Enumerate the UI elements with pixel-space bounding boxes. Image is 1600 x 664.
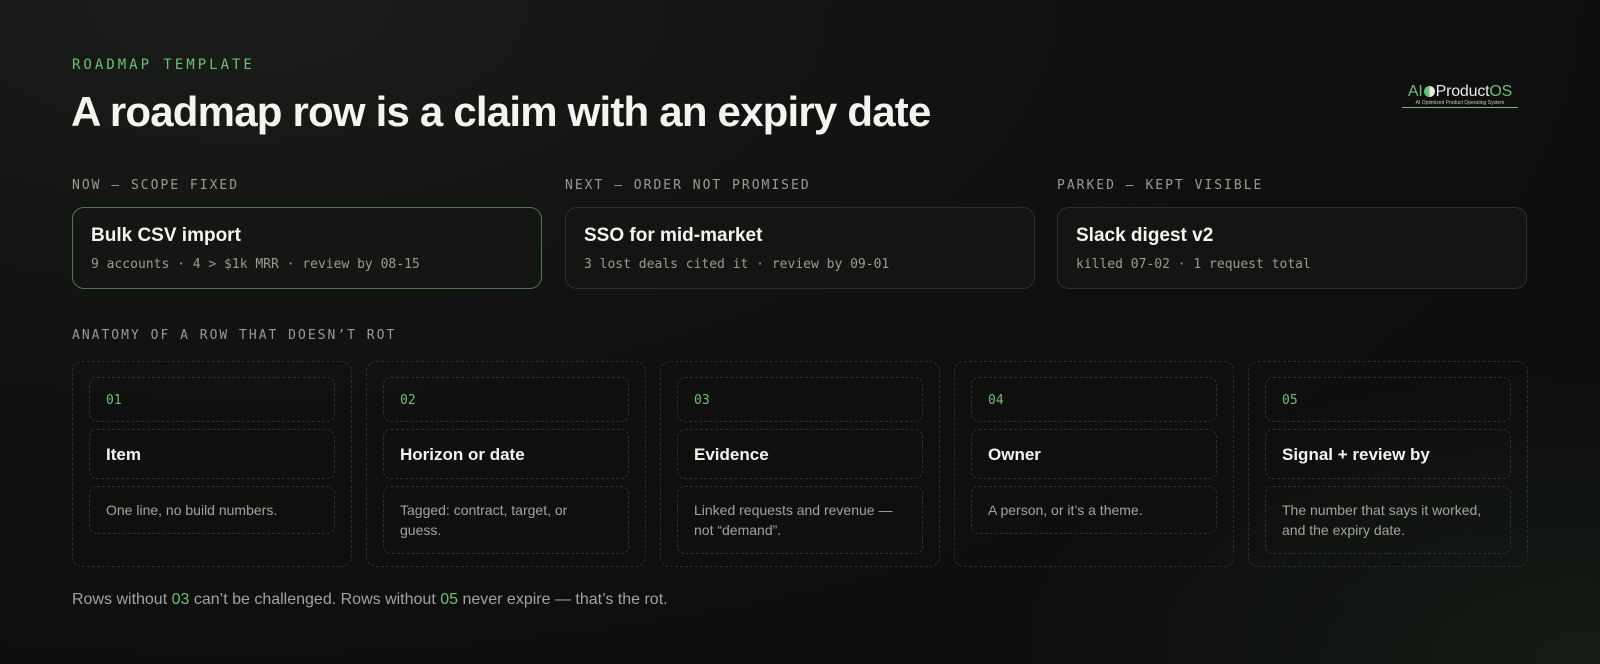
anatomy-name: Evidence bbox=[677, 429, 923, 479]
page-title: A roadmap row is a claim with an expiry … bbox=[71, 88, 931, 135]
footer-note: Rows without 03 can’t be challenged. Row… bbox=[72, 591, 668, 609]
anatomy-number: 01 bbox=[89, 377, 335, 422]
logo-product-text: Product bbox=[1435, 83, 1490, 100]
roadmap-card-now: Bulk CSV import 9 accounts · 4 > $1k MRR… bbox=[72, 207, 542, 289]
anatomy-column-02: 02 Horizon or date Tagged: contract, tar… bbox=[366, 361, 646, 567]
anatomy-number: 03 bbox=[677, 377, 923, 422]
anatomy-column-04: 04 Owner A person, or it’s a theme. bbox=[954, 361, 1234, 567]
logo-os-text: OS bbox=[1489, 83, 1513, 100]
anatomy-column-01: 01 Item One line, no build numbers. bbox=[72, 361, 352, 567]
anatomy-description: A person, or it’s a theme. bbox=[971, 486, 1217, 534]
logo-dot-icon bbox=[1423, 86, 1435, 97]
card-title: SSO for mid-market bbox=[584, 225, 763, 246]
card-meta: 3 lost deals cited it · review by 09-01 bbox=[584, 257, 890, 272]
card-title: Slack digest v2 bbox=[1076, 225, 1214, 246]
footer-text: can’t be challenged. Rows without bbox=[189, 591, 441, 608]
logo-tagline: AI Optimized Product Operating System bbox=[1402, 101, 1518, 108]
roadmap-card-parked: Slack digest v2 killed 07-02 · 1 request… bbox=[1057, 207, 1527, 289]
footer-text: Rows without bbox=[72, 591, 172, 608]
card-title: Bulk CSV import bbox=[91, 225, 241, 246]
eyebrow-label: ROADMAP TEMPLATE bbox=[72, 57, 255, 73]
anatomy-name: Horizon or date bbox=[383, 429, 629, 479]
anatomy-column-05: 05 Signal + review by The number that sa… bbox=[1248, 361, 1528, 567]
column-label-parked: PARKED — KEPT VISIBLE bbox=[1057, 178, 1264, 193]
anatomy-name: Item bbox=[89, 429, 335, 479]
anatomy-description: Linked requests and revenue — not “deman… bbox=[677, 486, 923, 554]
logo-ai-text: AI bbox=[1407, 83, 1423, 100]
anatomy-number: 05 bbox=[1265, 377, 1511, 422]
anatomy-description: One line, no build numbers. bbox=[89, 486, 335, 534]
footer-ref-03: 03 bbox=[171, 591, 190, 608]
anatomy-description: The number that says it worked, and the … bbox=[1265, 486, 1511, 554]
anatomy-column-03: 03 Evidence Linked requests and revenue … bbox=[660, 361, 940, 567]
anatomy-section-label: ANATOMY OF A ROW THAT DOESN’T ROT bbox=[72, 328, 397, 343]
anatomy-description: Tagged: contract, target, or guess. bbox=[383, 486, 629, 554]
footer-text: never expire — that’s the rot. bbox=[458, 591, 668, 608]
card-meta: killed 07-02 · 1 request total bbox=[1076, 257, 1311, 272]
logo-wordmark: AI ProductOS bbox=[1402, 84, 1518, 100]
anatomy-number: 04 bbox=[971, 377, 1217, 422]
anatomy-name: Signal + review by bbox=[1265, 429, 1511, 479]
anatomy-name: Owner bbox=[971, 429, 1217, 479]
footer-ref-05: 05 bbox=[440, 591, 458, 608]
roadmap-card-next: SSO for mid-market 3 lost deals cited it… bbox=[565, 207, 1035, 289]
anatomy-number: 02 bbox=[383, 377, 629, 422]
brand-logo: AI ProductOS AI Optimized Product Operati… bbox=[1402, 84, 1518, 108]
card-meta: 9 accounts · 4 > $1k MRR · review by 08-… bbox=[91, 257, 420, 272]
column-label-next: NEXT — ORDER NOT PROMISED bbox=[565, 178, 811, 193]
column-label-now: NOW — SCOPE FIXED bbox=[72, 178, 240, 193]
